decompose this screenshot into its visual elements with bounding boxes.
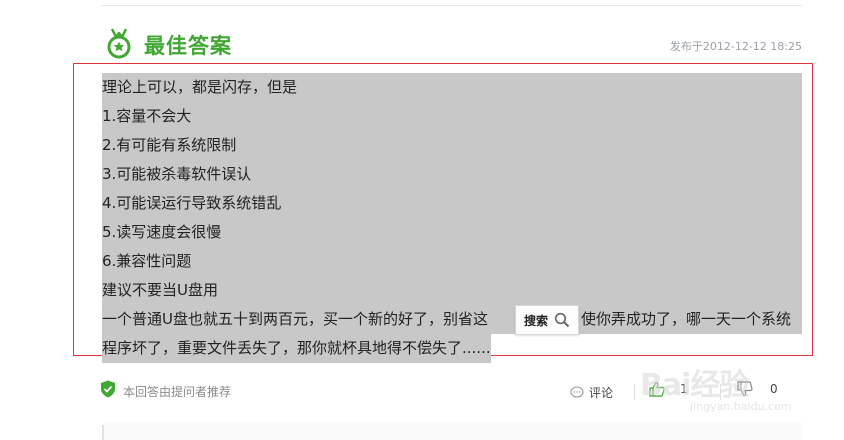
answer-line: 一个普通U盘也就五十到两百元，买一个新的好了，别省这 使你弄成功了，哪一天一个系…	[102, 305, 802, 334]
next-section-edge	[102, 425, 104, 440]
answer-content: 理论上可以，都是闪存，但是 1.容量不会大 2.有可能有系统限制 3.可能被杀毒…	[102, 73, 802, 363]
search-popup-button[interactable]: 搜索	[515, 305, 579, 335]
answer-line: 5.读写速度会很慢	[102, 218, 802, 247]
recommended-by-asker-text: 本回答由提问者推荐	[123, 385, 232, 399]
top-divider	[101, 5, 802, 6]
search-popup-label: 搜索	[523, 313, 548, 328]
answer-page: 最佳答案 发布于2012-12-12 18:25 理论上可以，都是闪存，但是 1…	[0, 0, 844, 440]
comment-button[interactable]: 评论	[570, 383, 613, 401]
post-timestamp: 发布于2012-12-12 18:25	[669, 40, 802, 53]
footer-divider	[634, 384, 635, 400]
answer-line: 2.有可能有系统限制	[102, 131, 802, 160]
baidu-jingyan-watermark: Bai经验 jingyan.baidu.com	[640, 352, 810, 422]
comment-bubble-icon	[570, 385, 584, 398]
watermark-url: jingyan.baidu.com	[690, 400, 792, 413]
shield-check-icon	[101, 380, 115, 398]
answer-line: 1.容量不会大	[102, 102, 802, 131]
magnifier-icon	[554, 312, 570, 328]
answer-line: 程序坏了，重要文件丢失了，那你就杯具地得不偿失了......	[102, 334, 491, 363]
answer-line: 6.兼容性问题	[102, 247, 802, 276]
best-answer-header: 最佳答案 发布于2012-12-12 18:25	[104, 28, 804, 62]
answer-line: 建议不要当U盘用	[102, 276, 802, 305]
next-section-strip	[104, 422, 802, 440]
comment-label: 评论	[589, 385, 614, 400]
answer-line: 理论上可以，都是闪存，但是	[102, 73, 802, 102]
best-answer-title: 最佳答案	[144, 34, 232, 58]
watermark-logo: Bai经验	[640, 368, 749, 403]
answer-line: 4.可能误运行导致系统错乱	[102, 189, 802, 218]
medal-icon	[107, 28, 131, 59]
answer-line: 3.可能被杀毒软件误认	[102, 160, 802, 189]
